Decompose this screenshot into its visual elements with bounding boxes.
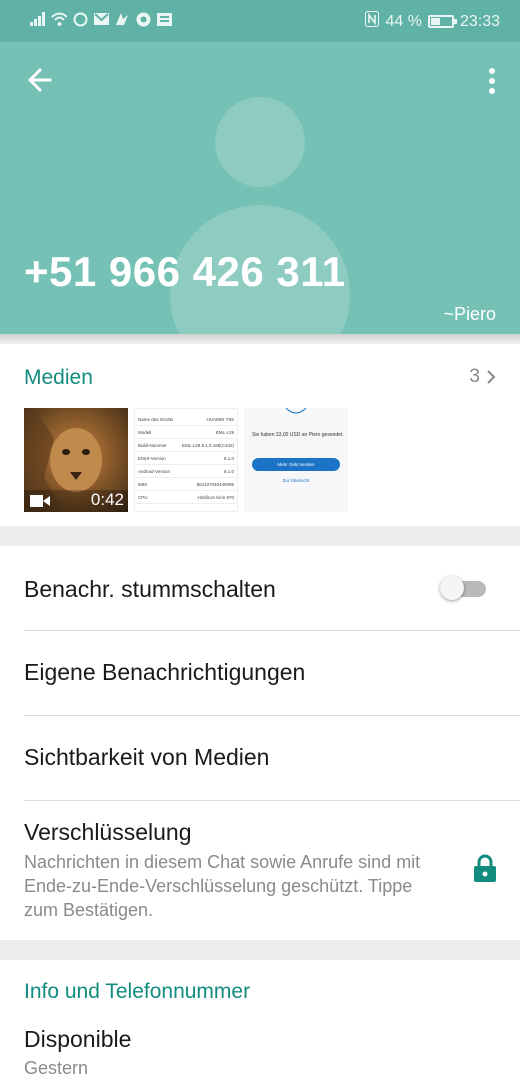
spec-value: EML-L29 8.1.0.168(C432) (181, 442, 234, 448)
spec-row: EMUI-Version 8.1.0 (135, 452, 237, 465)
payment-text: Sie haben 33,00 USD an Piero gesendet. (252, 432, 344, 438)
media-thumbnail-screenshot-payment[interactable]: Sie haben 33,00 USD an Piero gesendet. M… (244, 408, 348, 512)
spec-row: Android-Version 8.1.0 (135, 465, 237, 478)
news-icon (156, 11, 172, 27)
spec-row: IMEI 861107040449095 (135, 478, 237, 491)
status-icons (30, 11, 172, 27)
spinner-arc-icon (285, 408, 307, 414)
nfc-icon (365, 11, 380, 32)
spec-row: CPU HiSilicon Kirin 970 (135, 491, 237, 504)
spec-value: 8.1.0 (223, 455, 234, 461)
gmail-icon (93, 11, 109, 27)
spec-value: HiSilicon Kirin 970 (197, 494, 234, 500)
media-title: Medien (24, 366, 93, 389)
clock: 23:33 (459, 12, 500, 30)
contact-phone-number: +51 966 426 311 (24, 248, 346, 295)
battery-icon (427, 15, 457, 28)
spec-row: Name des Geräts HUAWEI Y9S (135, 413, 237, 426)
spec-key: Name des Geräts (138, 416, 174, 422)
chrome-icon (135, 11, 151, 27)
media-visibility-label: Sichtbarkeit von Medien (24, 744, 270, 770)
battery-percent: 44 % (385, 12, 422, 30)
media-thumbnail-screenshot-specs[interactable]: Name des Geräts HUAWEI Y9S Modell EML-L29 Bu… (134, 408, 238, 512)
status-bar: 44 % 23:33 (0, 0, 520, 42)
media-visibility-row[interactable]: Sichtbarkeit von Medien (0, 716, 520, 800)
about-status: Disponible (24, 1026, 132, 1052)
custom-notifications-label: Eigene Benachrichtigungen (24, 659, 306, 685)
whatsapp-icon (72, 11, 88, 27)
avatar-placeholder-head (215, 97, 305, 187)
mute-toggle[interactable] (440, 576, 486, 600)
encryption-label: Verschlüsselung (24, 819, 192, 845)
spec-key: CPU (138, 494, 148, 500)
wifi-icon (51, 11, 67, 27)
media-count: 3 (469, 366, 480, 387)
info-title: Info und Telefonnummer (24, 980, 251, 1003)
media-thumbnail-video[interactable]: 0:42 (24, 408, 128, 512)
toggle-knob (440, 576, 464, 600)
signal-icon (30, 11, 46, 27)
spec-value: 861107040449095 (196, 481, 234, 487)
media-count-button[interactable]: 3 (469, 366, 496, 388)
spec-key: Android-Version (138, 468, 171, 474)
chat-settings-section: Benachr. stummschalten Eigene Benachrich… (0, 546, 520, 940)
back-arrow-icon (28, 68, 52, 92)
spec-key: EMUI-Version (138, 455, 166, 461)
chevron-right-icon (487, 370, 496, 384)
spec-key: Build-Nummer (138, 442, 167, 448)
spec-value: HUAWEI Y9S (206, 416, 234, 422)
spec-row: Build-Nummer EML-L29 8.1.0.168(C432) (135, 439, 237, 452)
more-vert-icon (489, 68, 495, 94)
lock-icon (474, 854, 496, 882)
spec-row: Modell EML-L29 (135, 426, 237, 439)
video-camera-icon (30, 495, 50, 507)
messenger-icon (114, 11, 130, 27)
back-button[interactable] (22, 62, 58, 98)
spec-value: EML-L29 (215, 429, 234, 435)
payment-link: Zur Übersicht (282, 478, 310, 483)
mute-notifications-row[interactable]: Benachr. stummschalten (0, 546, 520, 630)
mute-notifications-label: Benachr. stummschalten (24, 576, 276, 602)
header-shadow (0, 334, 520, 342)
spec-list: Name des Geräts HUAWEI Y9S Modell EML-L29 Bu… (135, 409, 237, 504)
info-section: Info und Telefonnummer Disponible Gester… (0, 960, 520, 1080)
about-date: Gestern (24, 1058, 89, 1078)
video-duration: 0:42 (90, 490, 124, 509)
status-right: 44 % 23:33 (365, 11, 500, 32)
encryption-description: Nachrichten in diesem Chat sowie Anrufe … (24, 852, 421, 920)
contact-nickname: ~Piero (443, 304, 496, 324)
custom-notifications-row[interactable]: Eigene Benachrichtigungen (0, 631, 520, 715)
spec-key: IMEI (138, 481, 148, 487)
payment-button: Mehr Geld senden (252, 458, 340, 471)
more-options-button[interactable] (482, 66, 502, 98)
spec-value: 8.1.0 (223, 468, 234, 474)
media-section: Medien 3 0:42 Name des Geräts HUAWEI Y9S M… (0, 344, 520, 526)
contact-header: +51 966 426 311 ~Piero (0, 42, 520, 334)
spec-key: Modell (138, 429, 152, 435)
